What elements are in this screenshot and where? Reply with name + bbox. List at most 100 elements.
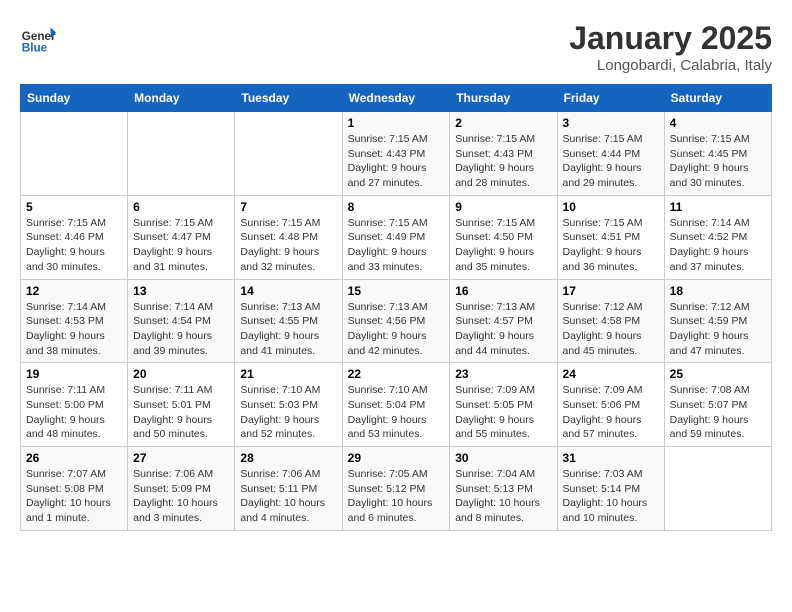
- day-number: 26: [26, 451, 122, 465]
- location: Longobardi, Calabria, Italy: [569, 57, 772, 74]
- calendar-cell: 3 Sunrise: 7:15 AM Sunset: 4:44 PM Daylig…: [557, 112, 664, 196]
- day-number: 9: [455, 200, 551, 214]
- day-info: Sunrise: 7:15 AM Sunset: 4:51 PM Dayligh…: [563, 216, 659, 275]
- day-number: 24: [563, 367, 659, 381]
- weekday-header-saturday: Saturday: [664, 85, 771, 112]
- day-number: 6: [133, 200, 229, 214]
- calendar-cell: 1 Sunrise: 7:15 AM Sunset: 4:43 PM Daylig…: [342, 112, 450, 196]
- calendar-cell: 24 Sunrise: 7:09 AM Sunset: 5:06 PM Dayli…: [557, 363, 664, 447]
- day-number: 19: [26, 367, 122, 381]
- weekday-header-friday: Friday: [557, 85, 664, 112]
- day-info: Sunrise: 7:13 AM Sunset: 4:55 PM Dayligh…: [240, 300, 336, 359]
- calendar-cell: 26Sunrise: 7:07 AM Sunset: 5:08 PM Dayli…: [21, 447, 128, 531]
- month-title: January 2025: [569, 20, 772, 57]
- calendar-table: SundayMondayTuesdayWednesdayThursdayFrid…: [20, 84, 772, 531]
- day-info: Sunrise: 7:15 AM Sunset: 4:50 PM Dayligh…: [455, 216, 551, 275]
- calendar-cell: [21, 112, 128, 196]
- calendar-cell: 22 Sunrise: 7:10 AM Sunset: 5:04 PM Dayli…: [342, 363, 450, 447]
- calendar-cell: 16Sunrise: 7:13 AM Sunset: 4:57 PM Dayli…: [450, 279, 557, 363]
- day-number: 12: [26, 284, 122, 298]
- day-number: 28: [240, 451, 336, 465]
- calendar-cell: 23 Sunrise: 7:09 AM Sunset: 5:05 PM Dayli…: [450, 363, 557, 447]
- day-number: 14: [240, 284, 336, 298]
- day-info: Sunrise: 7:06 AM Sunset: 5:09 PM Dayligh…: [133, 467, 229, 526]
- day-number: 2: [455, 116, 551, 130]
- day-number: 7: [240, 200, 336, 214]
- calendar-cell: 15 Sunrise: 7:13 AM Sunset: 4:56 PM Dayli…: [342, 279, 450, 363]
- logo-icon: General Blue: [20, 20, 56, 56]
- day-info: Sunrise: 7:10 AM Sunset: 5:04 PM Dayligh…: [348, 383, 445, 442]
- svg-text:Blue: Blue: [22, 42, 48, 55]
- weekday-header-wednesday: Wednesday: [342, 85, 450, 112]
- weekday-header-sunday: Sunday: [21, 85, 128, 112]
- day-info: Sunrise: 7:15 AM Sunset: 4:43 PM Dayligh…: [455, 132, 551, 191]
- calendar-week-5: 26Sunrise: 7:07 AM Sunset: 5:08 PM Dayli…: [21, 447, 772, 531]
- calendar-cell: 31 Sunrise: 7:03 AM Sunset: 5:14 PM Dayli…: [557, 447, 664, 531]
- day-info: Sunrise: 7:03 AM Sunset: 5:14 PM Dayligh…: [563, 467, 659, 526]
- day-number: 10: [563, 200, 659, 214]
- day-number: 27: [133, 451, 229, 465]
- day-number: 22: [348, 367, 445, 381]
- calendar-cell: 5 Sunrise: 7:15 AM Sunset: 4:46 PM Daylig…: [21, 195, 128, 279]
- day-info: Sunrise: 7:14 AM Sunset: 4:52 PM Dayligh…: [670, 216, 766, 275]
- day-info: Sunrise: 7:15 AM Sunset: 4:44 PM Dayligh…: [563, 132, 659, 191]
- calendar-cell: 6Sunrise: 7:15 AM Sunset: 4:47 PM Daylig…: [128, 195, 235, 279]
- day-number: 18: [670, 284, 766, 298]
- day-number: 17: [563, 284, 659, 298]
- day-number: 25: [670, 367, 766, 381]
- day-number: 13: [133, 284, 229, 298]
- calendar-cell: 13 Sunrise: 7:14 AM Sunset: 4:54 PM Dayli…: [128, 279, 235, 363]
- calendar-cell: 29 Sunrise: 7:05 AM Sunset: 5:12 PM Dayli…: [342, 447, 450, 531]
- day-number: 15: [348, 284, 445, 298]
- calendar-cell: 11 Sunrise: 7:14 AM Sunset: 4:52 PM Dayli…: [664, 195, 771, 279]
- calendar-week-1: 1 Sunrise: 7:15 AM Sunset: 4:43 PM Daylig…: [21, 112, 772, 196]
- day-info: Sunrise: 7:09 AM Sunset: 5:06 PM Dayligh…: [563, 383, 659, 442]
- calendar-cell: 19 Sunrise: 7:11 AM Sunset: 5:00 PM Dayli…: [21, 363, 128, 447]
- calendar-week-2: 5 Sunrise: 7:15 AM Sunset: 4:46 PM Daylig…: [21, 195, 772, 279]
- day-info: Sunrise: 7:15 AM Sunset: 4:46 PM Dayligh…: [26, 216, 122, 275]
- day-number: 3: [563, 116, 659, 130]
- day-info: Sunrise: 7:15 AM Sunset: 4:48 PM Dayligh…: [240, 216, 336, 275]
- calendar-cell: 12Sunrise: 7:14 AM Sunset: 4:53 PM Dayli…: [21, 279, 128, 363]
- day-number: 23: [455, 367, 551, 381]
- day-info: Sunrise: 7:13 AM Sunset: 4:57 PM Dayligh…: [455, 300, 551, 359]
- calendar-cell: [664, 447, 771, 531]
- day-info: Sunrise: 7:11 AM Sunset: 5:01 PM Dayligh…: [133, 383, 229, 442]
- day-number: 31: [563, 451, 659, 465]
- weekday-header-tuesday: Tuesday: [235, 85, 342, 112]
- day-number: 1: [348, 116, 445, 130]
- day-info: Sunrise: 7:10 AM Sunset: 5:03 PM Dayligh…: [240, 383, 336, 442]
- day-info: Sunrise: 7:15 AM Sunset: 4:45 PM Dayligh…: [670, 132, 766, 191]
- day-number: 8: [348, 200, 445, 214]
- calendar-cell: 2 Sunrise: 7:15 AM Sunset: 4:43 PM Daylig…: [450, 112, 557, 196]
- day-number: 5: [26, 200, 122, 214]
- title-block: January 2025 Longobardi, Calabria, Italy: [569, 20, 772, 74]
- calendar-cell: 14 Sunrise: 7:13 AM Sunset: 4:55 PM Dayli…: [235, 279, 342, 363]
- page-header: General Blue January 2025 Longobardi, Ca…: [20, 20, 772, 74]
- day-info: Sunrise: 7:13 AM Sunset: 4:56 PM Dayligh…: [348, 300, 445, 359]
- day-number: 4: [670, 116, 766, 130]
- calendar-cell: 20Sunrise: 7:11 AM Sunset: 5:01 PM Dayli…: [128, 363, 235, 447]
- day-number: 29: [348, 451, 445, 465]
- calendar-cell: 30 Sunrise: 7:04 AM Sunset: 5:13 PM Dayli…: [450, 447, 557, 531]
- day-info: Sunrise: 7:12 AM Sunset: 4:58 PM Dayligh…: [563, 300, 659, 359]
- day-info: Sunrise: 7:06 AM Sunset: 5:11 PM Dayligh…: [240, 467, 336, 526]
- calendar-cell: 10 Sunrise: 7:15 AM Sunset: 4:51 PM Dayli…: [557, 195, 664, 279]
- day-info: Sunrise: 7:15 AM Sunset: 4:43 PM Dayligh…: [348, 132, 445, 191]
- calendar-cell: 4 Sunrise: 7:15 AM Sunset: 4:45 PM Daylig…: [664, 112, 771, 196]
- calendar-cell: 25Sunrise: 7:08 AM Sunset: 5:07 PM Dayli…: [664, 363, 771, 447]
- day-info: Sunrise: 7:05 AM Sunset: 5:12 PM Dayligh…: [348, 467, 445, 526]
- calendar-week-4: 19 Sunrise: 7:11 AM Sunset: 5:00 PM Dayli…: [21, 363, 772, 447]
- day-info: Sunrise: 7:09 AM Sunset: 5:05 PM Dayligh…: [455, 383, 551, 442]
- day-info: Sunrise: 7:11 AM Sunset: 5:00 PM Dayligh…: [26, 383, 122, 442]
- day-number: 30: [455, 451, 551, 465]
- calendar-cell: 18Sunrise: 7:12 AM Sunset: 4:59 PM Dayli…: [664, 279, 771, 363]
- calendar-cell: [128, 112, 235, 196]
- day-info: Sunrise: 7:15 AM Sunset: 4:49 PM Dayligh…: [348, 216, 445, 275]
- calendar-cell: 9 Sunrise: 7:15 AM Sunset: 4:50 PM Daylig…: [450, 195, 557, 279]
- day-number: 21: [240, 367, 336, 381]
- day-number: 11: [670, 200, 766, 214]
- day-info: Sunrise: 7:14 AM Sunset: 4:54 PM Dayligh…: [133, 300, 229, 359]
- weekday-header-monday: Monday: [128, 85, 235, 112]
- day-info: Sunrise: 7:04 AM Sunset: 5:13 PM Dayligh…: [455, 467, 551, 526]
